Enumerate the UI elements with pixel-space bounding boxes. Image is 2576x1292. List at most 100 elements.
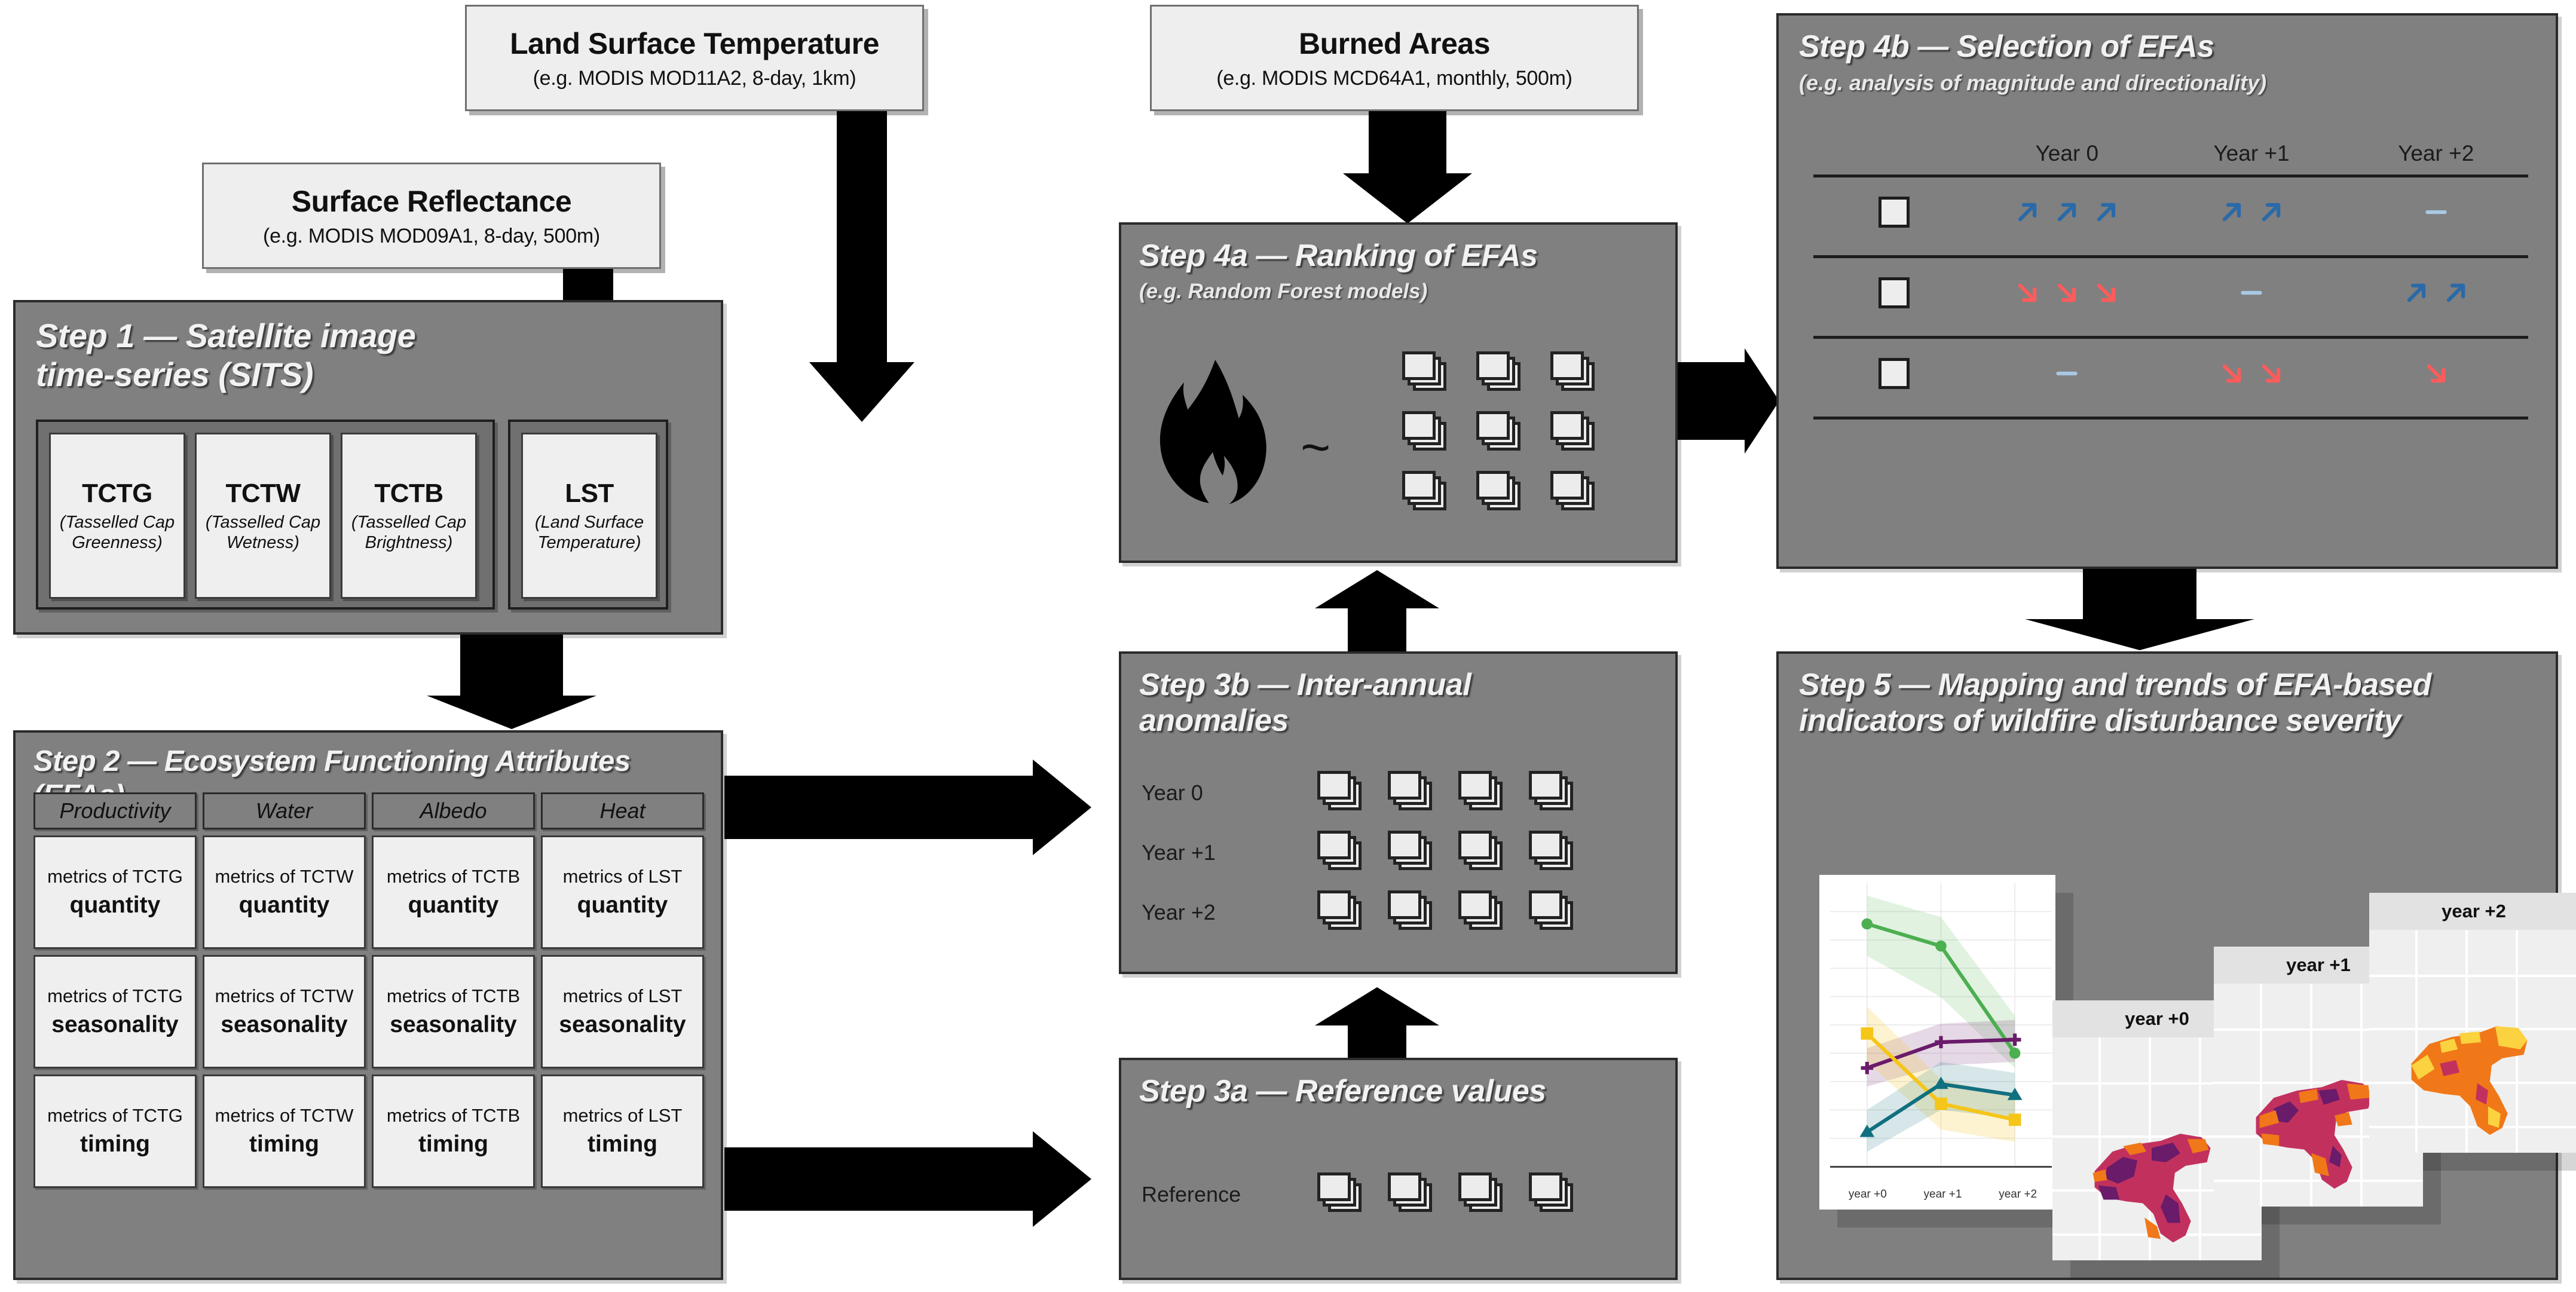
- band-lst[interactable]: LST (Land Surface Temperature): [521, 433, 657, 599]
- step1-tct-group: TCTG (Tasselled Cap Greenness) TCTW (Tas…: [36, 420, 495, 610]
- band-expansion: (Tasselled Cap Wetness): [205, 512, 321, 552]
- efa-cell-source: metrics of LST: [562, 1105, 683, 1126]
- panel-step1: Step 1 — Satellite image time-series (SI…: [13, 300, 723, 635]
- efa-cell-attribute: timing: [588, 1131, 657, 1157]
- efa-cell[interactable]: metrics of TCTB seasonality: [372, 955, 535, 1068]
- arrow-step1-to-step2: [460, 635, 563, 696]
- efa-cell[interactable]: metrics of TCTW timing: [203, 1074, 366, 1188]
- panel-step5: Step 5 — Mapping and trends of EFA-based…: [1776, 651, 2576, 1280]
- efa-cell[interactable]: metrics of TCTG seasonality: [33, 955, 197, 1068]
- arrow-up-right-icon: [2097, 203, 2116, 222]
- selection-table-row[interactable]: [1813, 177, 2528, 247]
- band-abbr: TCTB: [374, 478, 443, 508]
- document-stack-icon: [1388, 1172, 1432, 1212]
- arrow-up-right-icon: [2262, 203, 2281, 222]
- step3a-row-label-reference: Reference: [1142, 1182, 1241, 1207]
- trend-cell-year1: [2159, 195, 2344, 229]
- series-point-green: [1861, 918, 1873, 930]
- efa-cell-attribute: seasonality: [51, 1012, 179, 1037]
- arrow-up-right-icon: [2222, 203, 2241, 222]
- panel-step2: Step 2 — Ecosystem Functioning Attribute…: [13, 730, 723, 1280]
- efa-cell[interactable]: metrics of LST quantity: [541, 835, 704, 949]
- arrow-up-right-icon: [2058, 203, 2076, 222]
- arrow-burned-areas-to-step4a: [1369, 111, 1446, 173]
- selection-table-row[interactable]: [1813, 258, 2528, 327]
- raster-patch-year2: [2411, 1026, 2528, 1135]
- selection-header-spacer: [1813, 141, 1975, 166]
- efa-cell-source: metrics of TCTG: [47, 985, 183, 1006]
- document-stack-icon: [1476, 471, 1520, 510]
- efa-cell-attribute: quantity: [408, 892, 499, 918]
- document-stack-icon: [1317, 1172, 1362, 1212]
- efa-cell[interactable]: metrics of TCTB quantity: [372, 835, 535, 949]
- series-point-green: [2009, 1048, 2021, 1059]
- trend-cell-year2: [2344, 195, 2528, 229]
- efa-select-checkbox[interactable]: [1879, 197, 1910, 228]
- trend-cell-year0: [1975, 275, 2159, 310]
- map-tile-caption: year +2: [2369, 893, 2576, 930]
- document-stack-icon: [1529, 831, 1573, 870]
- arrow-down-right-icon: [2058, 283, 2076, 302]
- efa-cell[interactable]: metrics of LST seasonality: [541, 955, 704, 1068]
- efa-table-header: Productivity Water Albedo Heat: [33, 792, 704, 829]
- efa-cell-source: metrics of TCTW: [215, 866, 354, 887]
- arrow-down-right-icon: [2427, 364, 2445, 383]
- document-stack-icon: [1388, 890, 1432, 930]
- efa-cell[interactable]: metrics of TCTB timing: [372, 1074, 535, 1188]
- arrow-step3a-to-step3b: [1348, 1025, 1406, 1058]
- trend-cell-year2: [2344, 356, 2528, 391]
- dash-neutral-icon: [2241, 290, 2262, 295]
- step5-figure-group: year +0 year +1 year +2 year +0 year +1 …: [1803, 857, 2576, 1278]
- efa-cell-attribute: timing: [80, 1131, 150, 1157]
- document-stack-icon: [1529, 890, 1573, 930]
- burn-severity-raster: [2411, 1026, 2528, 1135]
- step1-lst-group: LST (Land Surface Temperature): [508, 420, 668, 610]
- document-stack-icon: [1476, 351, 1520, 391]
- arrow-down-right-icon: [2097, 283, 2116, 302]
- efa-select-checkbox[interactable]: [1879, 358, 1910, 389]
- efa-cell[interactable]: metrics of TCTW quantity: [203, 835, 366, 949]
- line-chart-plot-area: [1830, 883, 2052, 1167]
- panel-step4b: Step 4b — Selection of EFAs (e.g. analys…: [1776, 13, 2558, 569]
- panel-step3a: Step 3a — Reference values Reference: [1119, 1058, 1678, 1280]
- document-stack-icon: [1458, 890, 1503, 930]
- panel-step4a: Step 4a — Ranking of EFAs (e.g. Random F…: [1119, 222, 1678, 563]
- efa-cell[interactable]: metrics of TCTW seasonality: [203, 955, 366, 1068]
- document-stack-icon: [1388, 831, 1432, 870]
- document-stack-icon: [1402, 351, 1446, 391]
- efa-cell-attribute: quantity: [69, 892, 161, 918]
- document-stack-icon: [1550, 471, 1595, 510]
- efa-column-header: Albedo: [372, 792, 535, 829]
- source-box-land-surface-temperature: Land Surface Temperature (e.g. MODIS MOD…: [465, 5, 924, 111]
- arrow-down-right-icon: [2222, 364, 2241, 383]
- document-stack-icon: [1317, 831, 1362, 870]
- band-abbr: TCTW: [225, 478, 301, 508]
- series-point-yellow: [2008, 1113, 2021, 1126]
- efa-select-checkbox[interactable]: [1879, 277, 1910, 308]
- document-stack-icon: [1317, 890, 1362, 930]
- efa-cell-attribute: timing: [249, 1131, 319, 1157]
- trend-cell-year2: [2344, 275, 2528, 310]
- efa-cell-attribute: seasonality: [559, 1012, 686, 1037]
- efa-cell[interactable]: metrics of TCTG quantity: [33, 835, 197, 949]
- efa-cell-source: metrics of TCTG: [47, 866, 183, 887]
- chart-x-axis: [1830, 1166, 2052, 1168]
- source-box-surface-reflectance: Surface Reflectance (e.g. MODIS MOD09A1,…: [202, 163, 661, 269]
- band-tctb[interactable]: TCTB (Tasselled Cap Brightness): [341, 433, 477, 599]
- document-stack-icon: [1458, 771, 1503, 810]
- band-tctw[interactable]: TCTW (Tasselled Cap Wetness): [195, 433, 331, 599]
- similarity-operator: ~: [1301, 419, 1331, 476]
- efa-cell[interactable]: metrics of LST timing: [541, 1074, 704, 1188]
- document-stack-icon: [1402, 471, 1446, 510]
- document-stack-icon: [1529, 771, 1573, 810]
- step3b-row-label-year2: Year +2: [1142, 900, 1216, 924]
- arrow-up-right-icon: [2446, 283, 2465, 302]
- selection-table-row[interactable]: [1813, 339, 2528, 408]
- band-tctg[interactable]: TCTG (Tasselled Cap Greenness): [49, 433, 185, 599]
- document-stack-icon: [1529, 1172, 1573, 1212]
- efa-cell-source: metrics of LST: [562, 985, 683, 1006]
- efa-column-header: Productivity: [33, 792, 197, 829]
- arrow-step4a-to-step4b: [1678, 362, 1745, 440]
- efa-cell[interactable]: metrics of TCTG timing: [33, 1074, 197, 1188]
- efa-cell-source: metrics of TCTB: [386, 1105, 521, 1126]
